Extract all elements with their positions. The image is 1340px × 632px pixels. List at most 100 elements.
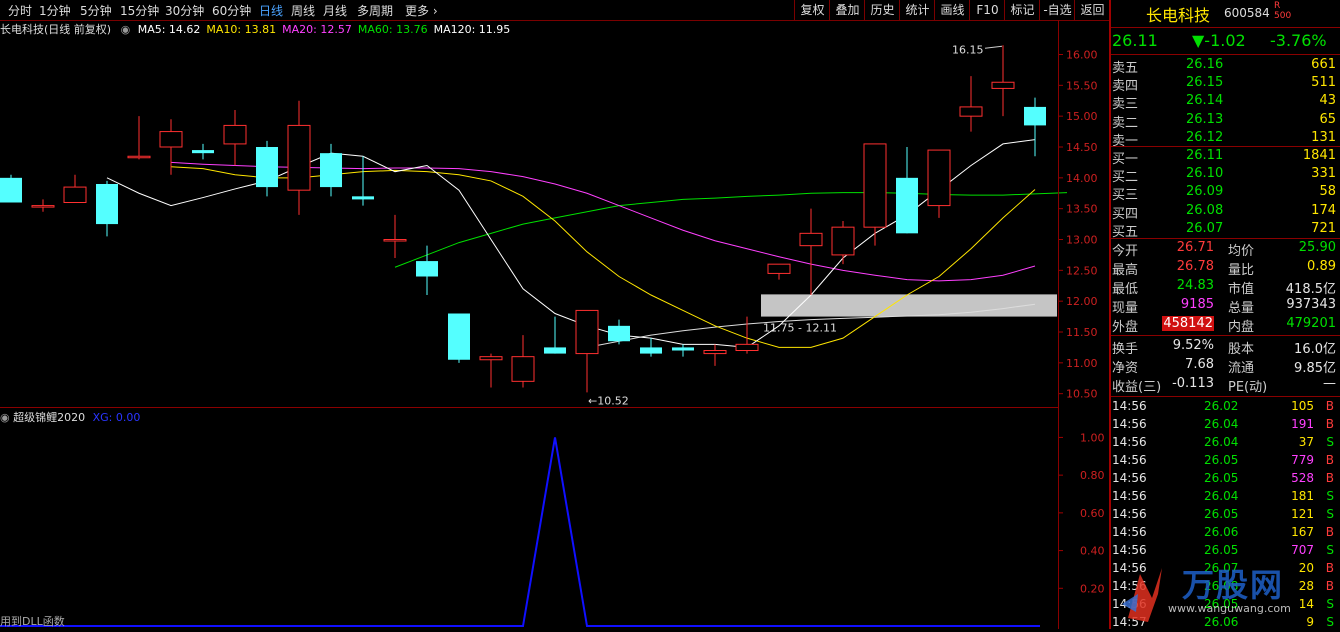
tick-row: 14:56 26.07 20 B bbox=[1112, 560, 1338, 578]
tick-time: 14:56 bbox=[1112, 525, 1147, 539]
toolbar-button[interactable]: 历史 bbox=[864, 0, 900, 20]
period-tab[interactable]: 60分钟 bbox=[212, 2, 251, 19]
order-level-label: 买五 bbox=[1112, 224, 1139, 240]
order-book-row[interactable]: 卖四 26.15 511 bbox=[1112, 74, 1338, 94]
order-level-label: 卖三 bbox=[1112, 97, 1139, 113]
toolbar-button[interactable]: 复权 bbox=[794, 0, 830, 20]
indicator-footer: 用到DLL函数 bbox=[0, 615, 65, 628]
y-tick-label: 0.60 bbox=[1080, 507, 1105, 520]
stat-value: 9185 bbox=[1180, 297, 1214, 312]
tick-price: 26.04 bbox=[1204, 489, 1239, 503]
period-tab[interactable]: 月线 bbox=[323, 2, 347, 19]
toolbar-button[interactable]: 返回 bbox=[1074, 0, 1110, 20]
y-tick-label: 16.00 bbox=[1066, 49, 1098, 62]
period-tab[interactable]: 更多 › bbox=[405, 2, 438, 19]
order-volume: 58 bbox=[1319, 184, 1336, 200]
y-tick-label: 15.50 bbox=[1066, 79, 1098, 92]
y-tick-label: 0.80 bbox=[1080, 469, 1105, 482]
candle-body bbox=[223, 124, 247, 145]
y-tick-label: 0.20 bbox=[1080, 582, 1105, 595]
order-price: 26.15 bbox=[1186, 75, 1224, 91]
y-tick-label: 13.00 bbox=[1066, 234, 1098, 247]
stats-row: 净资 7.68 流通 9.85亿 bbox=[1112, 356, 1338, 376]
toolbar-button[interactable]: 叠加 bbox=[829, 0, 865, 20]
stock-name[interactable]: 长电科技 bbox=[1146, 2, 1210, 26]
stat-label: 市值 bbox=[1228, 282, 1255, 297]
period-tab[interactable]: 周线 bbox=[291, 2, 315, 19]
tick-row: 14:56 26.04 181 S bbox=[1112, 488, 1338, 506]
xg-line bbox=[0, 437, 1040, 627]
separator bbox=[1111, 27, 1340, 28]
support-zone-label: 11.75 - 12.11 bbox=[763, 322, 837, 335]
order-book-row[interactable]: 买二 26.10 331 bbox=[1112, 165, 1338, 185]
order-volume: 331 bbox=[1311, 166, 1336, 182]
tick-side: S bbox=[1326, 507, 1334, 521]
separator bbox=[1111, 396, 1340, 397]
separator bbox=[1111, 54, 1340, 55]
y-tick-label: 1.00 bbox=[1080, 431, 1105, 444]
separator bbox=[1111, 335, 1340, 336]
high-marker-line bbox=[984, 45, 1003, 49]
period-tab[interactable]: 1分钟 bbox=[39, 2, 71, 19]
tick-side: B bbox=[1325, 579, 1334, 593]
stat-value: 479201 bbox=[1286, 316, 1336, 331]
candle-body bbox=[799, 232, 823, 247]
stats-row: 今开 26.71 均价 25.90 bbox=[1112, 239, 1338, 259]
y-tick-label: 10.50 bbox=[1066, 388, 1098, 401]
stat-value: 458142 bbox=[1162, 316, 1214, 331]
order-price: 26.10 bbox=[1186, 166, 1224, 182]
candle-body bbox=[735, 343, 759, 352]
tick-volume: 167 bbox=[1291, 525, 1314, 539]
candle-body bbox=[0, 177, 22, 203]
tick-volume: 20 bbox=[1298, 561, 1314, 575]
period-tab[interactable]: 分时 bbox=[8, 2, 32, 19]
toolbar-button[interactable]: F10 bbox=[969, 0, 1005, 20]
order-price: 26.09 bbox=[1186, 184, 1224, 200]
period-tab[interactable]: 30分钟 bbox=[165, 2, 204, 19]
tick-row: 14:56 26.06 167 B bbox=[1112, 524, 1338, 542]
toolbar-button[interactable]: 标记 bbox=[1004, 0, 1040, 20]
order-book-row[interactable]: 买三 26.09 58 bbox=[1112, 183, 1338, 203]
order-book-row[interactable]: 买一 26.11 1841 bbox=[1112, 147, 1338, 167]
order-book-row[interactable]: 卖二 26.13 65 bbox=[1112, 111, 1338, 131]
tick-volume: 779 bbox=[1291, 453, 1314, 467]
tick-price: 26.04 bbox=[1204, 435, 1239, 449]
candlestick-chart[interactable]: 16.00 15.50 15.00 14.50 14.00 13.50 13.00 12.50… bbox=[0, 36, 1110, 408]
order-price: 26.08 bbox=[1186, 202, 1224, 218]
high-marker-label: 16.15 bbox=[952, 43, 984, 56]
price-change: ▼-1.02 bbox=[1192, 31, 1246, 50]
candle-body bbox=[896, 177, 918, 234]
candle-body bbox=[287, 124, 311, 191]
tick-time: 14:56 bbox=[1112, 489, 1147, 503]
order-book-row[interactable]: 卖五 26.16 661 bbox=[1112, 56, 1338, 76]
tick-time: 14:56 bbox=[1112, 399, 1147, 413]
tick-price: 26.02 bbox=[1204, 399, 1239, 413]
low-marker-label: ←10.52 bbox=[588, 394, 629, 407]
tick-row: 14:56 26.05 14 S bbox=[1112, 596, 1338, 614]
order-book-row[interactable]: 买五 26.07 721 bbox=[1112, 220, 1338, 240]
order-book-row[interactable]: 卖一 26.12 131 bbox=[1112, 129, 1338, 149]
toolbar-button[interactable]: -自选 bbox=[1039, 0, 1075, 20]
tick-row: 14:56 26.05 707 S bbox=[1112, 542, 1338, 560]
indicator-chart[interactable]: 1.00 0.80 0.60 0.40 0.20 bbox=[0, 408, 1110, 629]
tick-row: 14:56 26.02 105 B bbox=[1112, 398, 1338, 416]
period-tab[interactable]: 多周期 bbox=[357, 2, 393, 19]
tick-side: S bbox=[1326, 615, 1334, 629]
period-tab[interactable]: 日线 bbox=[259, 2, 283, 19]
tick-price: 26.05 bbox=[1204, 471, 1239, 485]
toolbar-button[interactable]: 画线 bbox=[934, 0, 970, 20]
settings-icon[interactable]: ◉ bbox=[121, 23, 131, 36]
tick-row: 14:56 26.08 28 B bbox=[1112, 578, 1338, 596]
candle-body bbox=[192, 150, 214, 154]
order-book-row[interactable]: 买四 26.08 174 bbox=[1112, 202, 1338, 222]
toolbar-button[interactable]: 统计 bbox=[899, 0, 935, 20]
period-tab[interactable]: 5分钟 bbox=[80, 2, 112, 19]
tick-time: 14:56 bbox=[1112, 561, 1147, 575]
ma-legend-item: MA60: 13.76 bbox=[357, 23, 428, 36]
period-tab[interactable]: 15分钟 bbox=[120, 2, 159, 19]
order-book-row[interactable]: 卖三 26.14 43 bbox=[1112, 92, 1338, 113]
order-volume: 721 bbox=[1311, 220, 1336, 236]
y-tick-label: 0.40 bbox=[1080, 545, 1105, 558]
order-price: 26.14 bbox=[1186, 93, 1224, 109]
candle-body bbox=[448, 313, 470, 360]
